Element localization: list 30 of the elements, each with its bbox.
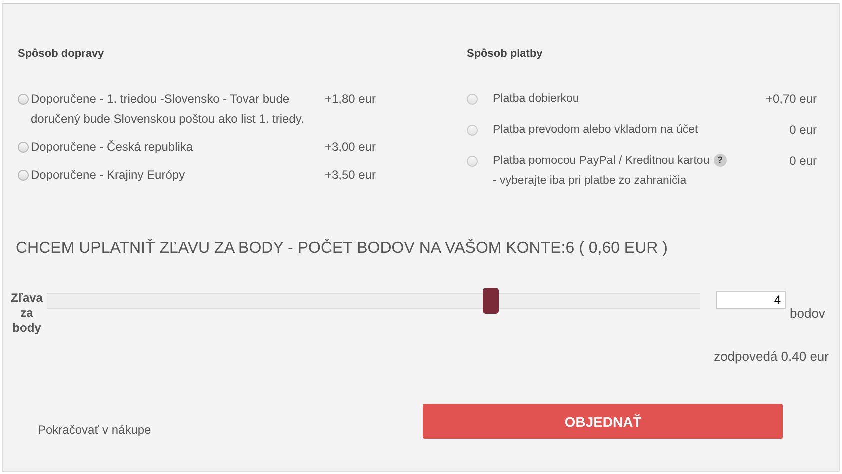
radio-button[interactable] [467, 156, 478, 167]
shipping-price: +3,50 eur [324, 167, 376, 184]
shipping-heading: Spôsob dopravy [18, 48, 106, 60]
radio-button[interactable] [467, 125, 478, 136]
payment-option-note: - vyberajte iba pri platbe zo zahraničia [493, 175, 687, 187]
payment-option-label: Platba prevodom alebo vkladom na účet [493, 124, 698, 136]
discount-equivalent: zodpovedá 0.40 eur [714, 349, 829, 364]
shipping-option-label: Doporučene - Krajiny Európy [31, 167, 186, 184]
slider-label: Zľava za body [10, 291, 44, 336]
slider-thumb[interactable] [483, 288, 500, 314]
payment-price: 0 eur [788, 122, 817, 139]
points-unit: bodov [790, 306, 826, 321]
payment-price: +0,70 eur [764, 91, 817, 108]
radio-button[interactable] [467, 94, 478, 105]
continue-shopping-link[interactable]: Pokračovať v nákupe [38, 423, 152, 437]
radio-button[interactable] [18, 170, 29, 181]
help-icon[interactable]: ? [714, 154, 727, 168]
payment-option-label: Platba dobierkou [493, 93, 580, 105]
shipping-price: +1,80 eur [324, 91, 376, 108]
shipping-option-label: Doporučene - 1. triedou -Slovensko - Tovar bude doručený bude Slovenskou poštou ako list 1. triedy. [31, 91, 306, 128]
order-button[interactable]: OBJEDNAŤ [423, 404, 784, 439]
payment-option-label: Platba pomocou PayPal / Kreditnou kartou [493, 155, 710, 167]
payment-price: 0 eur [788, 153, 817, 170]
radio-button[interactable] [18, 94, 29, 105]
points-input[interactable]: 4 [716, 291, 786, 309]
points-heading: CHCEM UPLATNIŤ ZĽAVU ZA BODY - POČET BODOV NA VAŠOM KONTE:6 ( 0,60 EUR ) [16, 240, 669, 258]
shipping-option-label: Doporučene - Česká republika [31, 139, 194, 156]
radio-button[interactable] [18, 142, 29, 153]
payment-heading: Spôsob platby [467, 48, 544, 60]
shipping-price: +3,00 eur [324, 139, 376, 156]
